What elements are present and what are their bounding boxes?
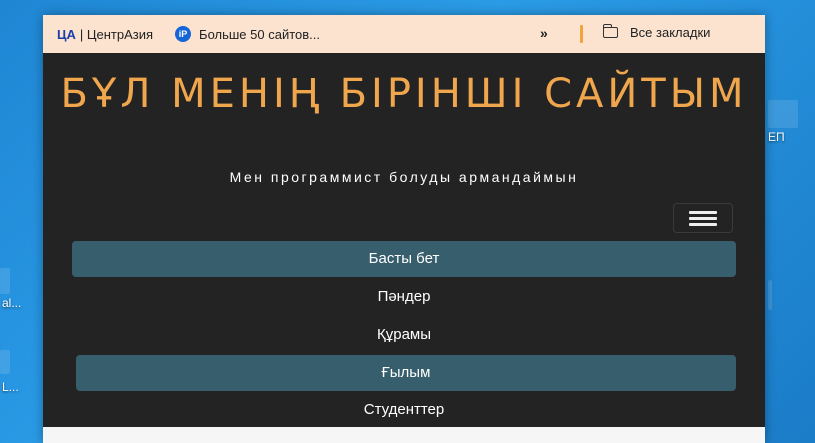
desktop-icon-label[interactable]: L... <box>2 380 19 394</box>
nav-item-studentter[interactable]: Студенттер <box>72 392 736 428</box>
ip-site-icon: iP <box>175 26 192 42</box>
desktop-icon-tile[interactable] <box>0 350 10 374</box>
desktop-icon-tile[interactable] <box>768 280 772 310</box>
hamburger-line <box>689 210 717 214</box>
desktop-icon-label[interactable]: ЕП <box>768 130 785 144</box>
nav-item-gylym[interactable]: Ғылым <box>76 355 736 391</box>
bookmark-ip-sites[interactable]: iP Больше 50 сайтов... <box>153 26 320 42</box>
desktop-icon-tile[interactable] <box>0 268 10 294</box>
menu-toggle-button[interactable] <box>673 203 733 233</box>
desktop-icon-tile[interactable] <box>768 100 798 128</box>
nav-item-basty-bet[interactable]: Басты бет <box>72 241 736 277</box>
desktop-icon-label[interactable]: al... <box>2 296 21 310</box>
hamburger-line <box>689 222 717 226</box>
hamburger-line <box>689 216 717 220</box>
nav-item-kuramy[interactable]: Құрамы <box>72 317 736 353</box>
site-title: БҰЛ МЕНІҢ БІРІНШІ САЙТЫМ <box>60 71 748 117</box>
centrasia-logo-icon: ЦА <box>57 26 76 42</box>
site-subtitle: Мен программист болуды армандаймын <box>229 169 579 185</box>
all-bookmarks-label: Все закладки <box>630 25 711 40</box>
web-page: БҰЛ МЕНІҢ БІРІНШІ САЙТЫМ Мен программист… <box>43 53 765 427</box>
bookmarks-bar: ЦА | ЦентрАзия iP Больше 50 сайтов... » … <box>43 15 765 53</box>
bookmark-centrasia[interactable]: ЦА | ЦентрАзия <box>43 27 153 42</box>
folder-icon <box>602 24 618 38</box>
bookmark-label: Больше 50 сайтов... <box>199 26 320 42</box>
page-bottom-edge <box>43 427 765 443</box>
browser-window: ЦА | ЦентрАзия iP Больше 50 сайтов... » … <box>43 15 765 443</box>
bookmarks-divider <box>580 25 583 43</box>
bookmark-label: ЦентрАзия <box>86 26 154 42</box>
bookmark-separator: | <box>79 26 87 42</box>
nav-item-pander[interactable]: Пәндер <box>72 279 736 315</box>
bookmarks-overflow-chevron-icon[interactable]: » <box>540 25 548 41</box>
all-bookmarks-button[interactable]: Все закладки <box>602 24 711 40</box>
